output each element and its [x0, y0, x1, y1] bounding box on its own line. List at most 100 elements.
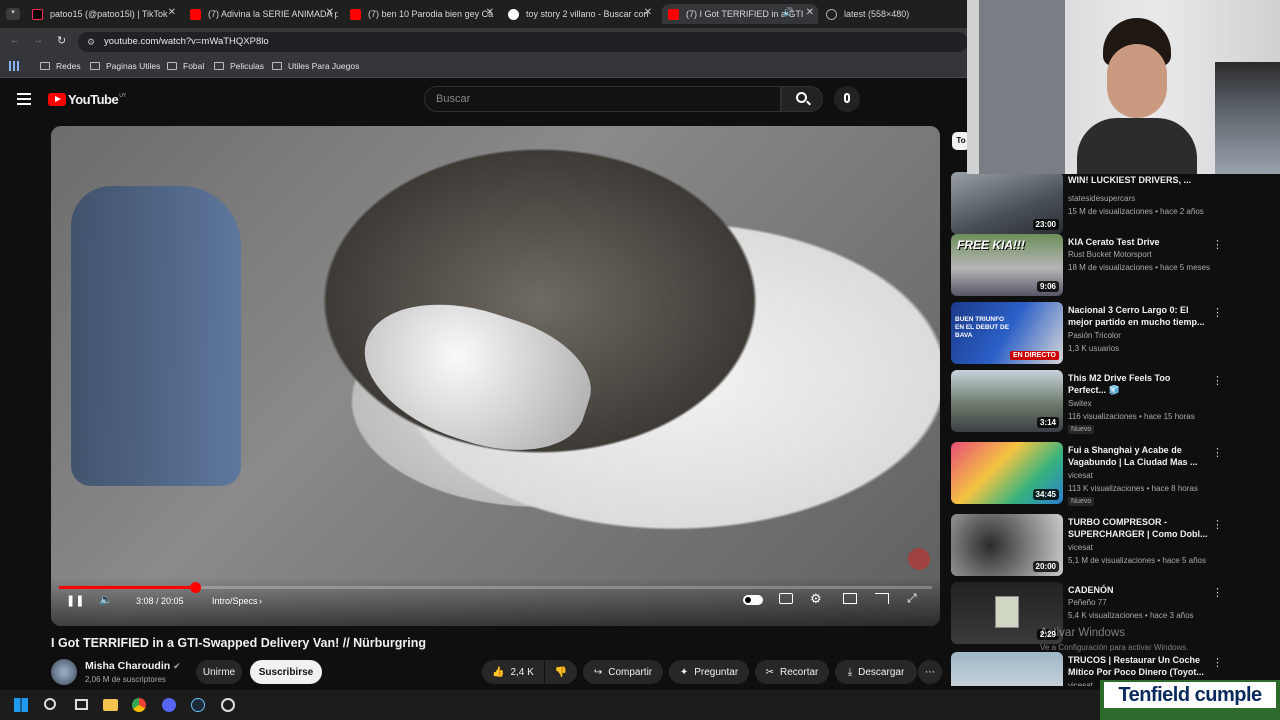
- url-text: youtube.com/watch?v=mWaTHQXP8lo: [104, 36, 269, 47]
- forward-icon[interactable]: →: [33, 35, 43, 46]
- steam-icon[interactable]: [191, 698, 205, 712]
- person-legs: [71, 186, 241, 486]
- dislike-button[interactable]: 👎: [545, 660, 577, 684]
- url-field[interactable]: ⚙ youtube.com/watch?v=mWaTHQXP8lo: [78, 32, 968, 52]
- pause-icon[interactable]: ❚❚: [66, 594, 84, 607]
- more-actions-button[interactable]: ⋯: [918, 660, 942, 684]
- bookmark-fobal[interactable]: Fobal: [167, 61, 204, 71]
- clip-button[interactable]: ✂ Recortar: [755, 660, 829, 684]
- brand-text: Tenfield cumple: [1104, 682, 1276, 708]
- video-thumbnail: 3:14: [951, 370, 1063, 432]
- more-vertical-icon[interactable]: ⋮: [1212, 446, 1223, 459]
- scrubber-handle[interactable]: [190, 582, 201, 593]
- obs-icon[interactable]: [221, 698, 235, 712]
- tiktok-icon: [32, 8, 43, 20]
- microphone-icon: [844, 93, 850, 103]
- tab-ben10[interactable]: (7) ben 10 Parodia bien gey Ca ✕: [350, 4, 498, 24]
- folder-icon: [90, 62, 100, 70]
- apps-grid-icon[interactable]: [9, 61, 19, 71]
- windows-start-icon[interactable]: [14, 698, 28, 712]
- tab-current-video[interactable]: (7) I Got TERRIFIED in a GTI 🔊 ✕: [662, 4, 818, 24]
- discord-icon[interactable]: [162, 698, 176, 712]
- youtube-play-logo-icon: [48, 93, 66, 106]
- settings-gear-icon[interactable]: ⚙: [810, 591, 822, 607]
- join-button[interactable]: Unirme: [196, 660, 242, 684]
- search-icon[interactable]: [44, 698, 56, 710]
- youtube-icon: [350, 8, 361, 20]
- volume-icon[interactable]: 🔈: [99, 593, 113, 606]
- share-button[interactable]: ↪ Compartir: [583, 660, 663, 684]
- download-button[interactable]: ⤓ Descargar: [835, 660, 917, 684]
- tab-adivina[interactable]: (7) Adivina la SERIE ANIMADA p ✕: [190, 4, 338, 24]
- chrome-icon[interactable]: [132, 698, 146, 712]
- subscriber-count: 2,06 M de suscriptores: [85, 675, 166, 684]
- close-tab-icon[interactable]: ✕: [168, 7, 176, 18]
- bookmark-redes[interactable]: Redes: [40, 61, 81, 71]
- channel-name[interactable]: Misha Charoudin ✔: [85, 660, 181, 672]
- back-icon[interactable]: ←: [10, 35, 20, 46]
- more-vertical-icon[interactable]: ⋮: [1212, 586, 1223, 599]
- more-vertical-icon[interactable]: ⋮: [1212, 306, 1223, 319]
- chevron-right-icon[interactable]: ›: [259, 596, 262, 606]
- webcam-bed: [1215, 62, 1280, 174]
- close-tab-icon[interactable]: ✕: [806, 7, 814, 18]
- close-tab-icon[interactable]: ✕: [486, 7, 494, 18]
- progress-bar[interactable]: [59, 582, 932, 593]
- tab-title: toy story 2 villano - Buscar con: [526, 9, 649, 19]
- autoplay-toggle[interactable]: [743, 595, 763, 605]
- video-player[interactable]: ❚❚ 🔈 3:08 / 20:05 Intro/Specs › ⚙ ⤢: [51, 126, 940, 626]
- search-input[interactable]: Buscar: [424, 86, 781, 112]
- task-view-icon[interactable]: [75, 699, 88, 710]
- site-info-icon[interactable]: ⚙: [87, 32, 95, 52]
- folder-icon: [167, 62, 177, 70]
- cast-icon[interactable]: [875, 593, 889, 604]
- youtube-logo[interactable]: YouTube UY: [48, 92, 126, 107]
- reload-icon[interactable]: ↻: [57, 34, 66, 47]
- webcam-door: [979, 0, 1065, 174]
- close-tab-icon[interactable]: ✕: [326, 7, 334, 18]
- fullscreen-icon[interactable]: ⤢: [907, 591, 917, 606]
- voice-search-button[interactable]: [834, 86, 860, 112]
- chapter-button[interactable]: Intro/Specs: [212, 596, 258, 606]
- thumbs-up-icon: 👍: [492, 666, 505, 678]
- recommendation-item[interactable]: BUEN TRIUNFO EN EL DEBUT DE BAVA EN DIRE…: [950, 302, 1280, 370]
- folder-icon: [272, 62, 282, 70]
- recommendation-item[interactable]: 20:00 TURBO COMPRESOR - SUPERCHARGER | C…: [950, 514, 1280, 582]
- youtube-icon: [190, 8, 201, 20]
- recommendation-item[interactable]: FREE KIA!!! 9:06 KIA Cerato Test Drive ⋮…: [950, 234, 1280, 302]
- miniplayer-icon[interactable]: [843, 593, 857, 604]
- tab-latest-image[interactable]: latest (558×480): [826, 4, 966, 24]
- subscribe-button[interactable]: Suscribirse: [250, 660, 322, 684]
- search-button[interactable]: [781, 86, 823, 112]
- ask-button[interactable]: ✦ Preguntar: [669, 660, 749, 684]
- more-vertical-icon[interactable]: ⋮: [1212, 238, 1223, 251]
- tab-tiktok[interactable]: patoo15 (@patoo15l) | TikTok ✕: [32, 4, 180, 24]
- subtitles-icon[interactable]: [779, 593, 793, 604]
- recommendation-item[interactable]: 23:00 WIN! LUCKIEST DRIVERS, ... statesi…: [950, 172, 1280, 240]
- tab-google-search[interactable]: toy story 2 villano - Buscar con ✕: [508, 4, 656, 24]
- recommendation-item[interactable]: 2:29 CADENÓN ⋮ Peñeño 77 5,4 K visualiza…: [950, 582, 1280, 650]
- browser-tab-bar: ▾ patoo15 (@patoo15l) | TikTok ✕ (7) Adiv…: [0, 0, 975, 28]
- recommendation-item[interactable]: 34:45 Fui a Shanghai y Acabe de Vagabund…: [950, 442, 1280, 510]
- channel-avatar[interactable]: [51, 659, 77, 685]
- bookmark-peliculas[interactable]: Peliculas: [214, 61, 264, 71]
- menu-icon[interactable]: [17, 93, 31, 105]
- more-horizontal-icon: ⋯: [925, 666, 935, 678]
- more-vertical-icon[interactable]: ⋮: [1212, 374, 1223, 387]
- time-display: 3:08 / 20:05: [136, 596, 184, 606]
- webcam-overlay: [967, 0, 1280, 174]
- speaker-icon[interactable]: 🔊: [783, 7, 794, 18]
- video-title: I Got TERRIFIED in a GTI-Swapped Deliver…: [51, 636, 427, 650]
- more-vertical-icon[interactable]: ⋮: [1212, 656, 1223, 669]
- recommendation-item[interactable]: 3:14 This M2 Drive Feels Too Perfect... …: [950, 370, 1280, 438]
- more-vertical-icon[interactable]: ⋮: [1212, 518, 1223, 531]
- bookmark-utiles-para-juegos[interactable]: Utiles Para Juegos: [272, 61, 359, 71]
- like-button[interactable]: 👍 2,4 K: [482, 660, 544, 684]
- brand-overlay: Tenfield cumple: [1100, 680, 1280, 720]
- bookmark-paginas-utiles[interactable]: Paginas Utiles: [90, 61, 160, 71]
- close-tab-icon[interactable]: ✕: [644, 7, 652, 18]
- tab-list-button[interactable]: ▾: [6, 8, 20, 20]
- tab-title: patoo15 (@patoo15l) | TikTok: [50, 9, 168, 19]
- file-explorer-icon[interactable]: [103, 699, 118, 711]
- player-controls: ❚❚ 🔈 3:08 / 20:05 Intro/Specs › ⚙ ⤢: [51, 578, 940, 626]
